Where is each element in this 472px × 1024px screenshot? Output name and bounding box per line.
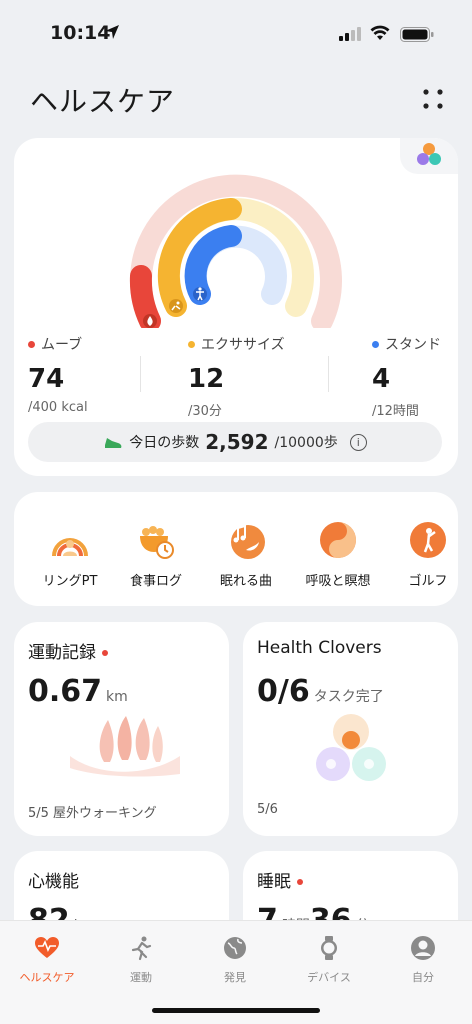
tab-label: 発見 (224, 971, 246, 984)
ring-pt-icon (52, 538, 88, 557)
shortcut-label: ゴルフ (408, 574, 448, 589)
move-label: ムーブ (41, 337, 83, 353)
new-indicator (297, 879, 303, 885)
shortcut-ring-pt[interactable]: リングPT (28, 520, 112, 589)
clover-illustration (316, 714, 386, 781)
location-arrow-icon (105, 25, 119, 39)
stand-value: 4 (372, 364, 391, 394)
shortcut-sleep-music[interactable]: 眠れる曲 (204, 520, 288, 589)
tab-exercise[interactable]: 運動 (94, 935, 188, 985)
shortcut-label: 食事ログ (129, 574, 182, 589)
shortcut-golf[interactable]: ゴルフ (386, 520, 458, 589)
wifi-icon (370, 25, 390, 40)
walking-illustration (70, 716, 180, 777)
steps-label: 今日の歩数 (129, 435, 200, 451)
exercise-record-footer: 5/5 屋外ウォーキング (28, 806, 157, 821)
move-metric: ムーブ 74 /400 kcal (28, 334, 88, 415)
cellular-signal-icon (339, 27, 361, 41)
watch-icon (321, 936, 337, 960)
tab-label: 自分 (412, 971, 434, 984)
globe-icon (224, 937, 246, 959)
activity-rings-card[interactable]: ムーブ 74 /400 kcal エクササイズ 12 /30分 スタンド 4 /… (14, 138, 458, 476)
steps-value: 2,592 (205, 430, 269, 454)
shortcut-label: リングPT (42, 574, 98, 589)
profile-icon (411, 936, 435, 960)
breathing-icon (320, 522, 356, 558)
health-clovers-title: Health Clovers (257, 638, 382, 658)
smile-icon (364, 759, 374, 769)
shoe-icon (105, 438, 122, 448)
status-time: 10:14 (50, 22, 111, 44)
exercise-metric: エクササイズ 12 /30分 (188, 334, 285, 419)
move-dot (28, 340, 35, 348)
exercise-label: エクササイズ (201, 337, 285, 353)
shortcut-label: 眠れる曲 (219, 574, 272, 589)
sleep-music-icon (231, 524, 265, 559)
clovers-footer: 5/6 (257, 802, 278, 817)
tab-label: 運動 (130, 971, 152, 984)
shortcut-label: 呼吸と瞑想 (305, 574, 371, 589)
runner-icon (176, 301, 180, 305)
stand-goal: /12時間 (372, 404, 419, 419)
grid-menu-icon[interactable] (420, 86, 446, 112)
status-bar: 10:14 (0, 0, 472, 60)
standing-person-icon (198, 287, 202, 291)
health-clovers-tile[interactable]: Health Clovers 0/6 タスク完了 5/6 (243, 622, 458, 836)
heart-pulse-icon (35, 937, 59, 958)
tab-label: ヘルスケア (19, 971, 75, 984)
clover-icon (417, 143, 441, 165)
move-value: 74 (28, 364, 65, 394)
clover-shortcut[interactable] (400, 138, 458, 174)
shortcuts-card: リングPT 食事ログ 眠れる曲 呼吸と瞑想 ゴルフ (14, 492, 458, 606)
shortcut-meal-log[interactable]: 食事ログ (114, 520, 198, 589)
tab-label: デバイス (307, 971, 351, 984)
exercise-record-tile[interactable]: 運動記録 0.67 km 5/5 屋外ウォーキング (14, 622, 229, 836)
exercise-value: 12 (188, 364, 225, 394)
exercise-dot (188, 340, 195, 348)
exercise-goal: /30分 (188, 404, 222, 419)
running-icon (131, 936, 152, 961)
tab-discover[interactable]: 発見 (188, 935, 282, 985)
move-goal: /400 kcal (28, 400, 88, 415)
golf-icon (410, 522, 446, 558)
steps-goal: /10000歩 (274, 435, 338, 451)
info-icon[interactable]: i (349, 433, 367, 451)
battery-icon (400, 27, 434, 42)
sleep-title: 睡眠 (257, 872, 291, 892)
stand-metric: スタンド 4 /12時間 (372, 334, 441, 419)
divider (140, 356, 141, 392)
runner-icon (342, 731, 360, 749)
distance-value: 0.67 (28, 674, 103, 709)
exercise-record-title: 運動記録 (28, 643, 96, 663)
tab-devices[interactable]: デバイス (282, 935, 376, 985)
tab-me[interactable]: 自分 (376, 935, 470, 985)
activity-rings (129, 174, 342, 328)
home-indicator (152, 1008, 320, 1013)
distance-unit: km (106, 689, 128, 705)
stand-dot (372, 340, 379, 348)
steps-summary[interactable]: 今日の歩数 2,592/10000歩 i (28, 422, 442, 462)
heart-title: 心機能 (28, 872, 79, 892)
tab-healthcare[interactable]: ヘルスケア (0, 935, 94, 985)
divider (328, 356, 329, 392)
shortcut-breathing[interactable]: 呼吸と瞑想 (296, 520, 380, 589)
meal-log-icon (140, 526, 174, 559)
clovers-unit: タスク完了 (313, 689, 384, 705)
stand-label: スタンド (385, 337, 441, 353)
page-title: ヘルスケア (30, 85, 176, 118)
clovers-value: 0/6 (257, 674, 310, 709)
new-indicator (102, 650, 108, 656)
moon-icon (326, 759, 336, 769)
